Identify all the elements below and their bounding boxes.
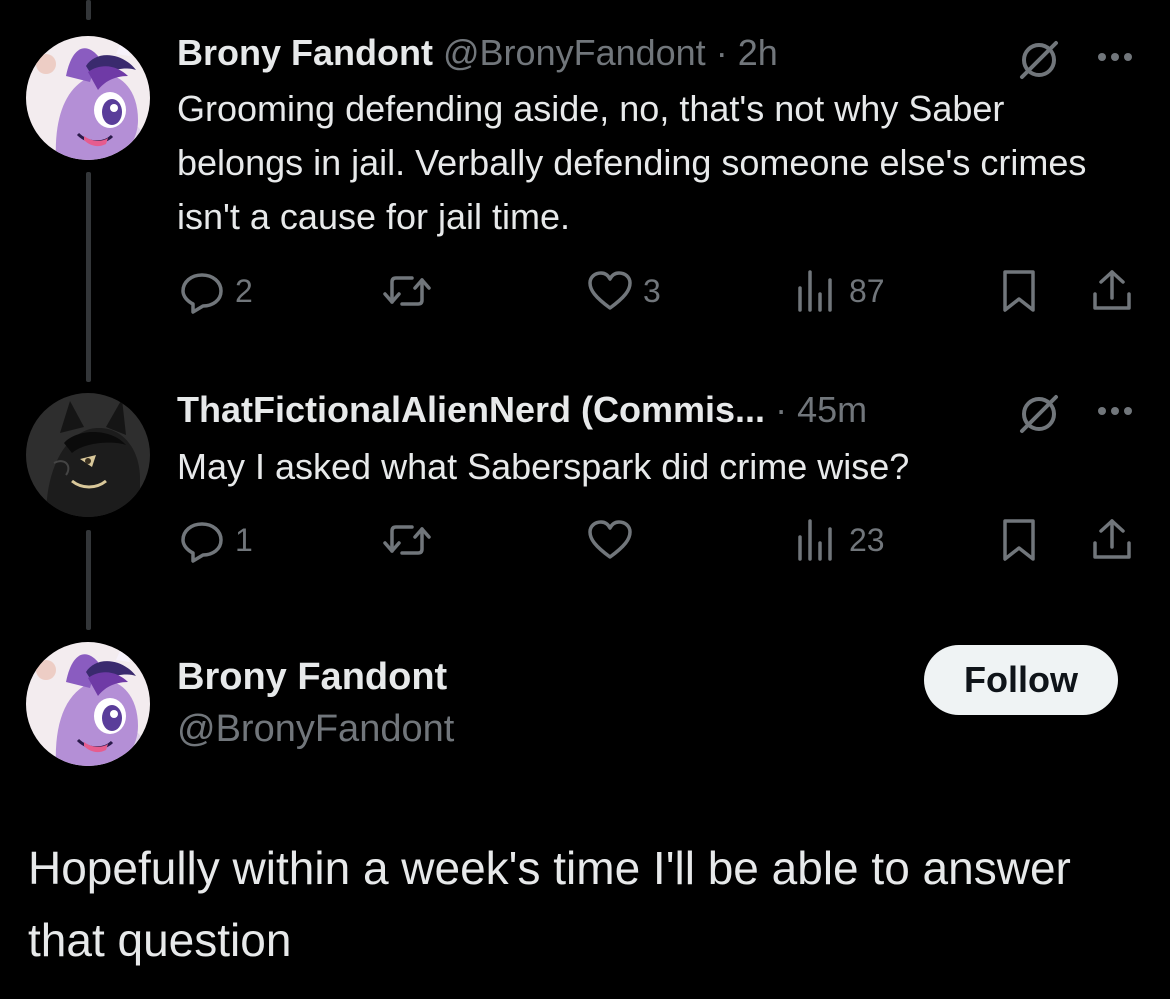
post-body-reply2: May I asked what Saberspark did crime wi… bbox=[177, 446, 910, 487]
avatar-thatfictionalaliennerd[interactable] bbox=[26, 393, 150, 517]
repost-button[interactable] bbox=[380, 266, 442, 316]
action-bar-reply2: 1 23 bbox=[177, 515, 1137, 565]
grok-icon[interactable] bbox=[1014, 35, 1064, 85]
repost-icon bbox=[383, 276, 431, 306]
thread-line-reply1 bbox=[86, 172, 91, 382]
thread-line-reply2 bbox=[86, 530, 91, 630]
like-count: 3 bbox=[643, 272, 661, 309]
views-icon bbox=[798, 270, 832, 312]
main-author-name[interactable]: Brony Fandont bbox=[177, 652, 447, 702]
bookmark-button[interactable] bbox=[997, 515, 1041, 565]
more-options-icon[interactable] bbox=[1090, 32, 1140, 82]
repost-icon bbox=[383, 525, 431, 555]
heart-icon bbox=[588, 520, 632, 559]
main-post-text: Hopefully within a week's time I'll be a… bbox=[28, 842, 1071, 966]
grok-icon[interactable] bbox=[1014, 389, 1064, 439]
reply-button[interactable]: 1 bbox=[177, 515, 253, 565]
heart-icon bbox=[588, 271, 632, 310]
reply-button[interactable]: 2 bbox=[177, 266, 253, 316]
post-body-reply1: Grooming defending aside, no, that's not… bbox=[177, 88, 1087, 237]
more-options-icon[interactable] bbox=[1090, 386, 1140, 436]
views-count: 87 bbox=[849, 272, 885, 309]
share-icon bbox=[1093, 519, 1131, 559]
post-header-reply1: Brony Fandont @BronyFandont · 2h bbox=[177, 31, 778, 75]
reply-count: 1 bbox=[235, 521, 253, 558]
pony-avatar-icon bbox=[26, 642, 150, 766]
author-handle[interactable]: @BronyFandont bbox=[443, 32, 706, 73]
post-time[interactable]: 45m bbox=[797, 389, 867, 430]
author-name[interactable]: ThatFictionalAlienNerd (Commis... bbox=[177, 389, 765, 430]
views-button[interactable]: 23 bbox=[791, 515, 885, 565]
views-button[interactable]: 87 bbox=[791, 266, 885, 316]
main-author-handle[interactable]: @BronyFandont bbox=[177, 704, 454, 754]
like-button[interactable]: 3 bbox=[585, 266, 661, 316]
follow-button[interactable]: Follow bbox=[924, 645, 1118, 715]
avatar-main-post[interactable] bbox=[26, 642, 150, 766]
separator: · bbox=[715, 32, 728, 73]
reply-icon bbox=[181, 273, 223, 314]
share-button[interactable] bbox=[1089, 266, 1135, 316]
pony-avatar-icon bbox=[26, 36, 150, 160]
bookmark-icon bbox=[1003, 270, 1035, 312]
like-button[interactable] bbox=[585, 515, 643, 565]
bookmark-icon bbox=[1003, 519, 1035, 561]
share-button[interactable] bbox=[1089, 515, 1135, 565]
avatar-brony-fandont[interactable] bbox=[26, 36, 150, 160]
action-bar-reply1: 2 3 87 bbox=[177, 266, 1137, 316]
bookmark-button[interactable] bbox=[997, 266, 1041, 316]
views-count: 23 bbox=[849, 521, 885, 558]
reply-icon bbox=[181, 522, 223, 563]
reply-count: 2 bbox=[235, 272, 253, 309]
author-name[interactable]: Brony Fandont bbox=[177, 32, 433, 73]
views-icon bbox=[798, 519, 832, 561]
repost-button[interactable] bbox=[380, 515, 442, 565]
dark-character-avatar-icon bbox=[26, 393, 150, 517]
share-icon bbox=[1093, 270, 1131, 310]
post-header-reply2: ThatFictionalAlienNerd (Commis... · 45m bbox=[177, 388, 867, 432]
thread-line-top bbox=[86, 0, 91, 20]
separator: · bbox=[775, 389, 788, 430]
post-time[interactable]: 2h bbox=[738, 32, 778, 73]
